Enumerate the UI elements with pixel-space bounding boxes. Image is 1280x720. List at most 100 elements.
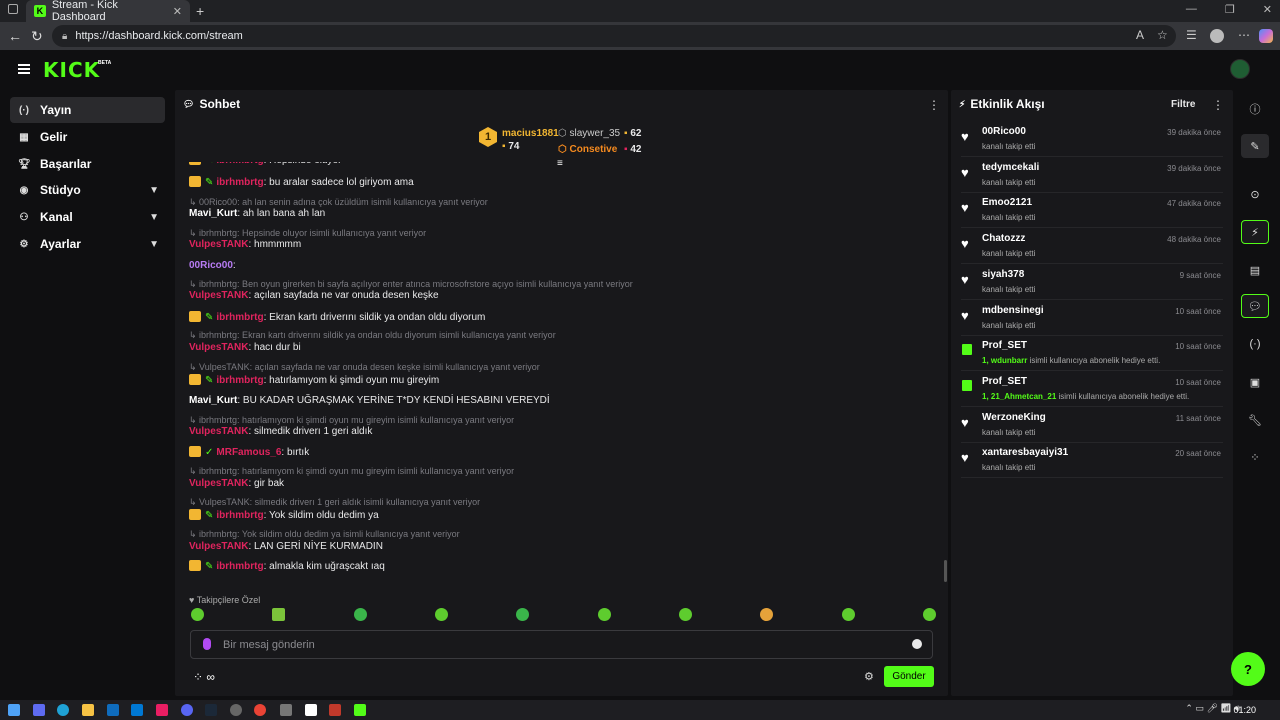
- favorites-icon[interactable]: ☰: [1186, 28, 1197, 42]
- filter-button[interactable]: Filtre: [1171, 99, 1195, 110]
- gift-recipient[interactable]: 1, wdunbarr: [982, 356, 1027, 365]
- steam-icon[interactable]: [205, 704, 217, 716]
- back-icon[interactable]: ←: [8, 28, 22, 44]
- chat-username[interactable]: ibrhmbrtg: [216, 162, 263, 166]
- activity-item[interactable]: ♥ Chatozzz kanalı takip etti 48 dakika önce: [961, 229, 1223, 265]
- emote-icon[interactable]: [272, 608, 286, 621]
- apps-icon[interactable]: ⁘: [1241, 445, 1269, 469]
- gifter-name[interactable]: ⬡ slaywer_35: [558, 128, 620, 139]
- chat-settings-icon[interactable]: ⚙: [864, 670, 874, 683]
- taskbar-app-icon[interactable]: [305, 704, 317, 716]
- chat-icon[interactable]: 💬︎: [1241, 294, 1269, 318]
- windows-start-icon[interactable]: [8, 704, 20, 716]
- camera-icon[interactable]: ⊙: [1241, 182, 1269, 206]
- tab-actions-icon[interactable]: [8, 4, 18, 14]
- taskbar-app-icon[interactable]: [156, 704, 168, 716]
- kick-app-icon[interactable]: [354, 704, 366, 716]
- chat-username[interactable]: ibrhmbrtg: [216, 177, 263, 188]
- chat-username[interactable]: ibrhmbrtg: [216, 375, 263, 386]
- chat-scrollbar[interactable]: [944, 560, 947, 582]
- chat-username[interactable]: ibrhmbrtg: [216, 510, 263, 521]
- chat-username[interactable]: VulpesTANK: [189, 541, 248, 552]
- outlook-icon[interactable]: [107, 704, 119, 716]
- emote-icon[interactable]: [922, 608, 936, 621]
- profile-icon[interactable]: [1210, 29, 1224, 43]
- gifter-name[interactable]: ⬡ Consetive: [558, 144, 617, 155]
- sidebar-item-ayarlar[interactable]: ⚙ Ayarlar ▼: [10, 231, 165, 257]
- url-field[interactable]: 🔒︎ https://dashboard.kick.com/stream: [52, 25, 1176, 47]
- emote-icon[interactable]: [434, 608, 448, 621]
- taskbar-app-icon[interactable]: [230, 704, 242, 716]
- activity-item[interactable]: ♥ Emoo2121 kanalı takip etti 47 dakika önce: [961, 193, 1223, 229]
- restore-icon[interactable]: ❐: [1225, 3, 1235, 16]
- chat-username[interactable]: Mavi_Kurt: [189, 208, 237, 219]
- activity-username[interactable]: Prof_SET: [982, 376, 1027, 387]
- activity-item[interactable]: Prof_SET 1, wdunbarr isimli kullanıcıya a…: [961, 336, 1223, 372]
- microphone-icon[interactable]: [203, 638, 211, 650]
- activity-username[interactable]: tedymcekali: [982, 162, 1039, 173]
- favorite-star-icon[interactable]: ☆: [1157, 28, 1168, 42]
- close-tab-icon[interactable]: ✕: [173, 5, 182, 18]
- chat-username[interactable]: MRFamous_6: [216, 447, 281, 458]
- chat-username[interactable]: VulpesTANK: [189, 426, 248, 437]
- infinity-icon[interactable]: ∞: [206, 670, 215, 684]
- close-window-icon[interactable]: ✕: [1263, 3, 1272, 16]
- discord-icon[interactable]: [181, 704, 193, 716]
- new-tab-icon[interactable]: +: [196, 3, 204, 19]
- activity-item[interactable]: Prof_SET 1, 21_Ahmetcan_21 isimli kullanı…: [961, 372, 1223, 407]
- store-icon[interactable]: [131, 704, 143, 716]
- activity-username[interactable]: Prof_SET: [982, 340, 1027, 351]
- browser-tab[interactable]: K Stream - Kick Dashboard ✕: [26, 0, 190, 23]
- sidebar-item-gelir[interactable]: ▦ Gelir: [10, 124, 165, 150]
- edge-icon[interactable]: [57, 704, 69, 716]
- chat-username[interactable]: VulpesTANK: [189, 290, 248, 301]
- gifter-name[interactable]: macius1881: [502, 128, 559, 139]
- read-aloud-icon[interactable]: A: [1136, 28, 1144, 42]
- emote-icon[interactable]: [678, 608, 692, 621]
- sidebar-item-studyo[interactable]: ◉ Stüdyo ▼: [10, 177, 165, 203]
- activity-feed-icon[interactable]: ⚡︎: [1241, 220, 1269, 244]
- chat-username[interactable]: 00Rico00: [189, 260, 233, 271]
- activity-username[interactable]: 00Rico00: [982, 126, 1026, 137]
- emote-icon[interactable]: [841, 608, 855, 621]
- wrench-icon[interactable]: 🔧︎: [1241, 408, 1269, 432]
- chat-options-icon[interactable]: ⋮: [928, 98, 940, 112]
- activity-item[interactable]: ♥ tedymcekali kanalı takip etti 39 dakika ö…: [961, 158, 1223, 193]
- activity-username[interactable]: xantaresbayaiyi31: [982, 447, 1068, 458]
- chat-username[interactable]: VulpesTANK: [189, 342, 248, 353]
- notes-icon[interactable]: ▤: [1241, 258, 1269, 282]
- activity-item[interactable]: ♥ siyah378 kanalı takip etti 9 saat önce: [961, 265, 1223, 300]
- activity-item[interactable]: ♥ mdbensinegi kanalı takip etti 10 saat önc…: [961, 301, 1223, 336]
- broadcast-icon[interactable]: (·): [1241, 332, 1269, 356]
- sidebar-item-kanal[interactable]: ⚇ Kanal ▼: [10, 204, 165, 230]
- user-avatar[interactable]: [1230, 59, 1250, 79]
- taskbar-app-icon[interactable]: [329, 704, 341, 716]
- settings-app-icon[interactable]: [280, 704, 292, 716]
- send-button[interactable]: Gönder: [884, 666, 934, 687]
- emote-icon[interactable]: [597, 608, 611, 621]
- activity-item[interactable]: ♥ WerzoneKing kanalı takip etti 11 saat önc…: [961, 408, 1223, 443]
- menu-icon[interactable]: [18, 64, 30, 74]
- chat-username[interactable]: ibrhmbrtg: [216, 312, 263, 323]
- chrome-icon[interactable]: [254, 704, 266, 716]
- more-icon[interactable]: ⋯: [1238, 28, 1250, 42]
- points-icon[interactable]: ⁘: [193, 670, 203, 684]
- emoji-picker-icon[interactable]: [912, 639, 922, 649]
- file-explorer-icon[interactable]: [82, 704, 94, 716]
- chat-username[interactable]: ibrhmbrtg: [216, 561, 263, 572]
- activity-item[interactable]: ♥ xantaresbayaiyi31 kanalı takip etti 20 sa…: [961, 443, 1223, 479]
- chat-username[interactable]: Mavi_Kurt: [189, 395, 237, 406]
- activity-item[interactable]: ♥ 00Rico00 kanalı takip etti 39 dakika önce: [961, 122, 1223, 157]
- activity-username[interactable]: mdbensinegi: [982, 305, 1044, 316]
- activity-username[interactable]: WerzoneKing: [982, 412, 1046, 423]
- minimize-icon[interactable]: —: [1186, 3, 1197, 16]
- sidebar-item-basarilar[interactable]: 🏆︎ Başarılar: [10, 151, 165, 177]
- emote-icon[interactable]: [353, 608, 367, 621]
- emote-icon[interactable]: [516, 608, 530, 621]
- chat-input[interactable]: [223, 635, 873, 655]
- support-icon[interactable]: ?: [1231, 652, 1265, 686]
- gift-recipient[interactable]: 1, 21_Ahmetcan_21: [982, 392, 1056, 401]
- emote-icon[interactable]: [191, 608, 204, 621]
- emote-icon[interactable]: [760, 608, 774, 621]
- system-tray[interactable]: ⌃ ▭ 🎤︎ 📶︎ 🔊︎: [1185, 703, 1240, 714]
